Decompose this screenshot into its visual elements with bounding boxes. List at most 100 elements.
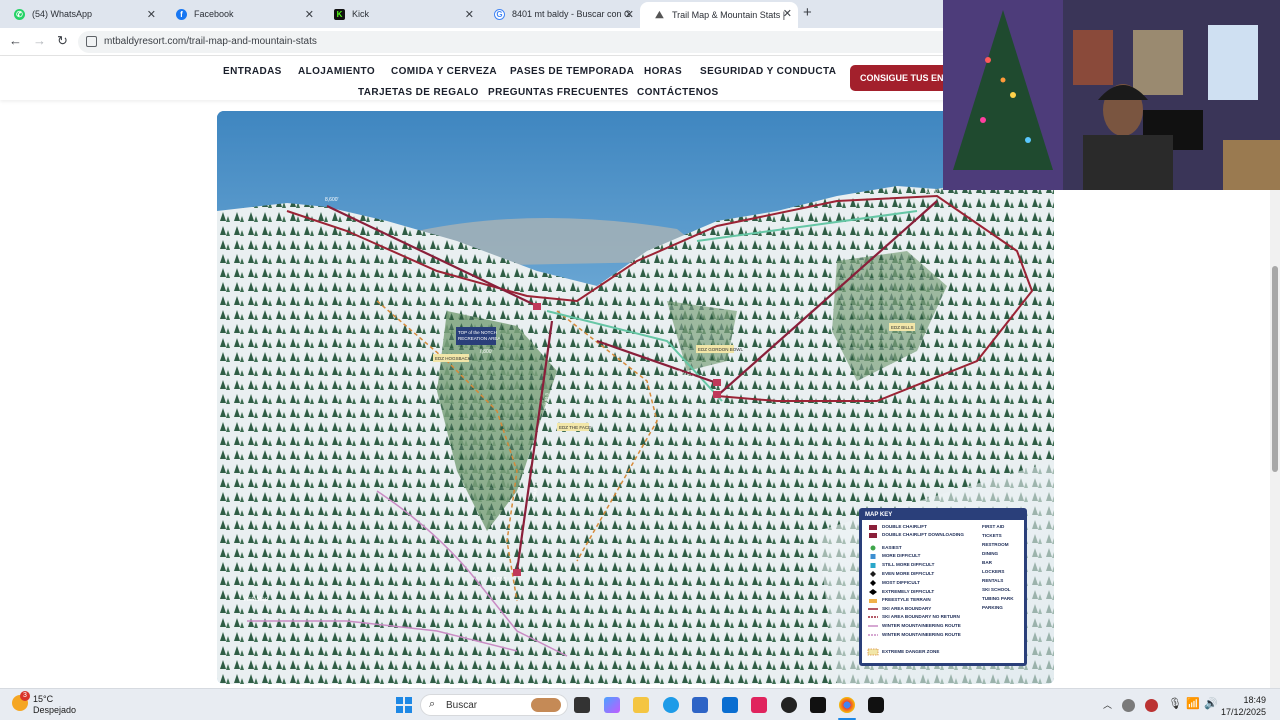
tab-google-search[interactable]: G 8401 mt baldy - Buscar con Go ✕ [480, 3, 640, 25]
chrome-icon[interactable] [839, 697, 855, 713]
close-icon[interactable]: ✕ [783, 7, 792, 20]
legend-item: RENTALS [982, 578, 1004, 583]
search-placeholder: Buscar [446, 700, 478, 711]
wifi-icon[interactable]: 📶 [1186, 697, 1200, 710]
map-label: EDZ GORDON BOWL [698, 347, 743, 352]
edge-icon[interactable] [663, 697, 679, 713]
trail-map-image: TOP of the NOTCH RECREATION AREA EDZ HOG… [217, 111, 1054, 684]
url-text: mtbaldyresort.com/trail-map-and-mountain… [104, 36, 317, 47]
taskbar-search-input[interactable]: ⌕ Buscar [420, 694, 568, 716]
back-icon[interactable]: ← [9, 33, 22, 48]
tab-label: Trail Map & Mountain Stats | Th [672, 10, 788, 20]
notification-badge: 3 [20, 691, 30, 701]
legend-item: LOCKERS [982, 569, 1005, 574]
tab-label: 8401 mt baldy - Buscar con Go [512, 9, 630, 19]
legend-item: RESTROOM [982, 542, 1009, 547]
google-icon: G [494, 8, 505, 20]
legend-item: STILL MORE DIFFICULT [882, 562, 935, 567]
reload-icon[interactable]: ↻ [57, 33, 68, 49]
outlook-icon[interactable] [722, 697, 738, 713]
legend-symbols [867, 525, 879, 656]
chevron-up-icon[interactable]: ︿ [1103, 698, 1112, 711]
tab-whatsapp[interactable]: ✆ (54) WhatsApp ✕ [0, 3, 162, 25]
windows-start-icon[interactable] [396, 697, 412, 713]
task-view-icon[interactable] [574, 697, 590, 713]
legend-item: TICKETS [982, 533, 1002, 538]
new-tab-icon[interactable]: + [803, 4, 812, 21]
tab-trail-map[interactable]: ⛰ Trail Map & Mountain Stats | Th ✕ [640, 2, 798, 28]
elevation-label: 6,500' [493, 577, 507, 583]
store-icon[interactable] [692, 697, 708, 713]
map-logo: VistaMap [243, 597, 269, 603]
nav-horas[interactable]: HORAS [644, 66, 682, 77]
scrollbar-thumb[interactable] [1272, 266, 1278, 472]
tray-app-icon[interactable] [1145, 699, 1158, 712]
file-explorer-icon[interactable] [633, 697, 649, 713]
search-highlight-icon [531, 698, 561, 712]
nav-alojamiento[interactable]: ALOJAMIENTO [298, 66, 375, 77]
close-icon[interactable]: ✕ [465, 8, 474, 21]
whatsapp-icon: ✆ [14, 8, 25, 20]
tab-facebook[interactable]: f Facebook ✕ [162, 3, 320, 25]
map-label: RECREATION AREA [458, 336, 500, 341]
legend-item: EASIEST [882, 545, 902, 550]
map-label: EDZ BILLS [891, 325, 914, 330]
legend-item: EXTREMELY DIFFICULT [882, 589, 935, 594]
close-icon[interactable]: ✕ [147, 8, 156, 21]
legend-item: PARKING [982, 605, 1003, 610]
sync-icon[interactable] [1122, 699, 1135, 712]
legend-item: EVEN MORE DIFFICULT [882, 571, 935, 576]
nav-entradas[interactable]: ENTRADAS [223, 66, 282, 77]
volume-icon[interactable]: 🔊 [1204, 697, 1218, 710]
clock-widget[interactable]: 18:49 17/12/2025 [1221, 694, 1266, 718]
close-icon[interactable]: ✕ [625, 8, 634, 21]
mountain-icon: ⛰ [655, 9, 664, 21]
weather-desc: Despejado [33, 705, 77, 715]
search-icon: ⌕ [429, 698, 436, 710]
tab-kick[interactable]: K Kick ✕ [320, 3, 480, 25]
kick-icon: K [334, 8, 345, 20]
webcam-overlay [943, 0, 1280, 190]
map-label: EDZ THE FACE [559, 425, 591, 430]
capcut-icon[interactable] [751, 697, 767, 713]
legend-item: BAR [982, 560, 992, 565]
nav-preguntas-frecuentes[interactable]: PREGUNTAS FRECUENTES [488, 87, 629, 98]
microphone-icon[interactable]: 🎙 [1168, 697, 1182, 710]
legend-item: DINING [982, 551, 999, 556]
legend-item: WINTER MOUNTAINEERING ROUTE [882, 632, 961, 637]
capcut-app-icon[interactable] [810, 697, 826, 713]
legend-title: MAP KEY [862, 511, 1024, 520]
tab-label: Kick [352, 9, 370, 19]
nav-comida-y-cerveza[interactable]: COMIDA Y CERVEZA [391, 66, 497, 77]
close-icon[interactable]: ✕ [305, 8, 314, 21]
legend-item: SKI AREA BOUNDARY NO RETURN [882, 614, 960, 619]
site-info-icon[interactable] [86, 36, 97, 47]
obs-icon[interactable] [781, 697, 797, 713]
clock-date: 17/12/2025 [1220, 707, 1266, 717]
legend-item: DOUBLE CHAIRLIFT DOWNLOADING [882, 532, 964, 537]
tiktok-icon[interactable] [868, 697, 884, 713]
legend-item: MOST DIFFICULT [882, 580, 920, 585]
map-label: EDZ HOGSBACK [435, 356, 471, 361]
nav-seguridad-y-conducta[interactable]: SEGURIDAD Y CONDUCTA [700, 66, 836, 77]
windows-taskbar: 3 15°C Despejado ⌕ Buscar ︿ 🎙 📶 🔊 18:49 … [0, 688, 1280, 720]
tab-label: (54) WhatsApp [32, 9, 93, 19]
copilot-icon[interactable] [604, 697, 620, 713]
legend-item: TUBING PARK [982, 596, 1014, 601]
legend-item: SKI AREA BOUNDARY [882, 606, 932, 611]
legend-item: FREESTYLE TERRAIN [882, 597, 931, 602]
map-key-legend: MAP KEY DOUBLE CHAIRLIFT DOUBLE CHAIRLIF… [859, 508, 1027, 666]
elevation-label: 8,600' [925, 189, 939, 195]
nav-tarjetas-de-regalo[interactable]: TARJETAS DE REGALO [358, 87, 479, 98]
webcam-feed-image [943, 0, 1280, 190]
legend-item: WINTER MOUNTAINEERING ROUTE [882, 623, 961, 628]
map-label: TOP of the NOTCH [458, 330, 497, 335]
legend-item: SKI SCHOOL [982, 587, 1011, 592]
nav-contactenos[interactable]: CONTÁCTENOS [637, 87, 719, 98]
elevation-label: 7,800' [479, 349, 493, 355]
legend-item: FIRST AID [982, 524, 1005, 529]
forward-icon[interactable]: → [33, 33, 46, 48]
nav-pases-de-temporada[interactable]: PASES DE TEMPORADA [510, 66, 634, 77]
legend-item: MORE DIFFICULT [882, 553, 921, 558]
tab-label: Facebook [194, 9, 234, 19]
